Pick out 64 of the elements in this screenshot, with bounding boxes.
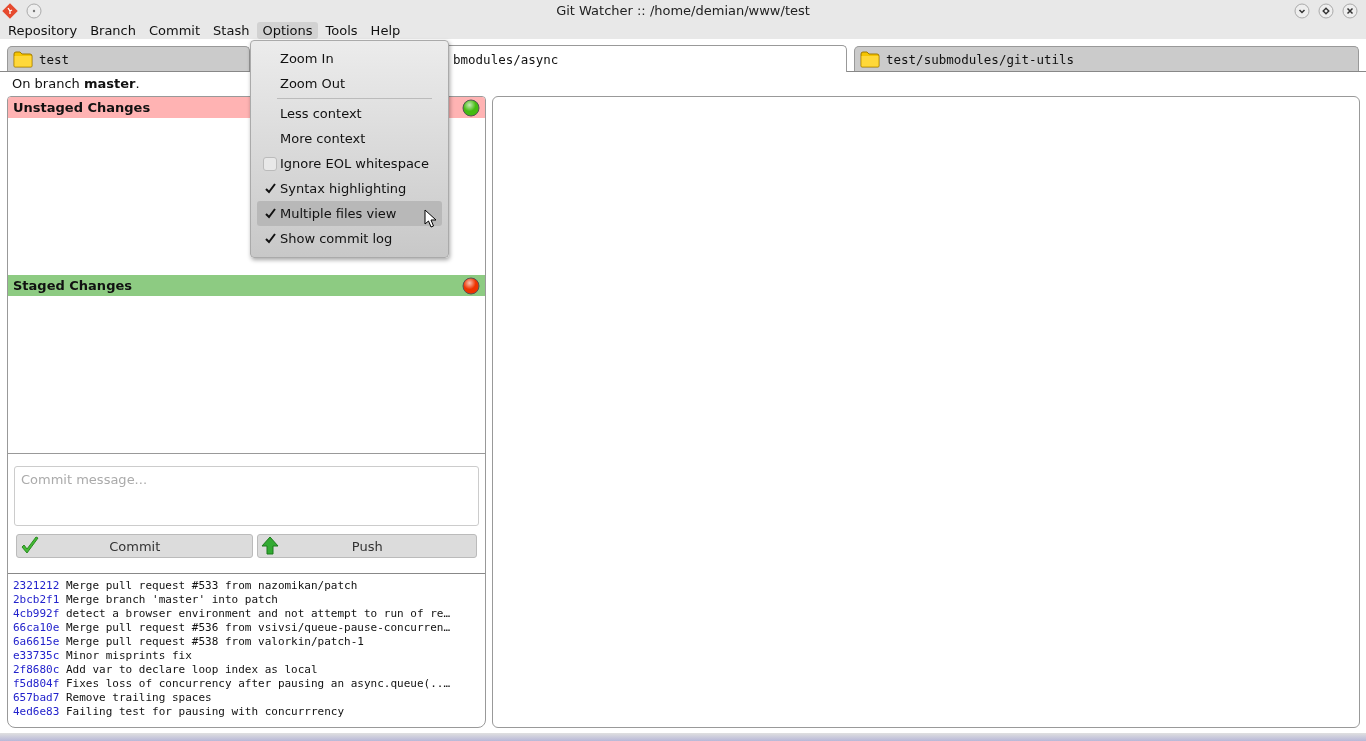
commit-message: Merge branch 'master' into patch bbox=[65, 593, 278, 607]
option-label: Multiple files view bbox=[280, 206, 397, 221]
commit-message: Minor misprints fix bbox=[65, 649, 192, 663]
menu-option[interactable]: Ignore EOL whitespace bbox=[257, 151, 442, 176]
commit-hash[interactable]: 66ca10e bbox=[13, 621, 60, 635]
option-label: Zoom Out bbox=[280, 76, 346, 91]
section-title: Unstaged Changes bbox=[13, 100, 151, 115]
option-label: Zoom In bbox=[280, 51, 334, 66]
up-arrow-icon bbox=[261, 536, 282, 556]
menu-item[interactable]: Options bbox=[257, 21, 318, 39]
checkbox[interactable] bbox=[263, 156, 277, 171]
menu-item[interactable]: Commit bbox=[144, 21, 206, 39]
commit-hash[interactable]: 657bad7 bbox=[13, 691, 60, 705]
maximize-button[interactable] bbox=[1318, 2, 1334, 19]
section-title: Staged Changes bbox=[13, 278, 132, 293]
menu-item[interactable]: Repository bbox=[3, 21, 83, 39]
commit-message: Add var to declare loop index as local bbox=[65, 663, 318, 677]
commit-message: Merge pull request #538 from valorkin/patch-1 bbox=[65, 635, 364, 649]
tab[interactable]: test bbox=[7, 46, 250, 71]
commit-hash[interactable]: e33735c bbox=[13, 649, 60, 663]
menu-option[interactable]: More context bbox=[257, 126, 442, 151]
mouse-cursor-icon bbox=[424, 209, 438, 229]
commit-message: Failing test for pausing with concurrrency bbox=[65, 705, 345, 719]
option-label: Less context bbox=[280, 106, 362, 121]
commit-message: Merge pull request #533 from nazomikan/patch bbox=[65, 579, 358, 593]
option-label: Show commit log bbox=[280, 231, 393, 246]
checkbox[interactable] bbox=[263, 181, 277, 196]
window-title: Git Watcher :: /home/demian/www/test bbox=[556, 3, 810, 18]
close-button[interactable] bbox=[1342, 2, 1358, 19]
option-label: More context bbox=[280, 131, 366, 146]
tab[interactable]: test/submodules/git-utils bbox=[854, 46, 1359, 71]
commit-message: detect a browser environment and not attempt to run of re… bbox=[65, 607, 451, 621]
menu-option[interactable]: Syntax highlighting bbox=[257, 176, 442, 201]
commit-message: Fixes loss of concurrency after pausing an async.queue(..… bbox=[65, 677, 451, 691]
folder-icon bbox=[860, 50, 880, 68]
menu-item[interactable]: Stash bbox=[208, 21, 255, 39]
push-button[interactable]: Push bbox=[257, 534, 477, 558]
commit-hash[interactable]: 4ed6e83 bbox=[13, 705, 60, 719]
commit-message: Merge pull request #536 from vsivsi/queue-pause-concurren… bbox=[65, 621, 451, 635]
menu-item[interactable]: Branch bbox=[85, 21, 141, 39]
commit-hash[interactable]: 2f8680c bbox=[13, 663, 60, 677]
checkmark-icon bbox=[20, 536, 40, 556]
menu-option[interactable]: Multiple files view bbox=[257, 201, 442, 226]
commit-hash[interactable]: f5d804f bbox=[13, 677, 60, 691]
menu-option[interactable]: Show commit log bbox=[257, 226, 442, 251]
folder-icon bbox=[13, 50, 33, 68]
commit-hash[interactable]: 4cb992f bbox=[13, 607, 60, 621]
menu-option[interactable]: Less context bbox=[257, 101, 442, 126]
menu-option[interactable]: Zoom Out bbox=[257, 71, 442, 96]
commit-hash[interactable]: 2bcb2f1 bbox=[13, 593, 60, 607]
minimize-button[interactable] bbox=[1294, 2, 1310, 19]
option-label: Syntax highlighting bbox=[280, 181, 407, 196]
commit-message: Remove trailing spaces bbox=[65, 691, 212, 705]
commit-message-field[interactable]: Commit message... bbox=[14, 466, 479, 526]
checkbox[interactable] bbox=[263, 231, 277, 246]
commit-hash[interactable]: 6a6615e bbox=[13, 635, 60, 649]
checkbox[interactable] bbox=[263, 206, 277, 221]
option-label: Ignore EOL whitespace bbox=[280, 156, 429, 171]
menu-option[interactable]: Zoom In bbox=[257, 46, 442, 71]
branch-status-text: On branch master. bbox=[12, 76, 140, 91]
menu-item[interactable]: Help bbox=[365, 21, 406, 39]
commit-button[interactable]: Commit bbox=[16, 534, 254, 558]
commit-hash[interactable]: 2321212 bbox=[13, 579, 60, 593]
menu-item[interactable]: Tools bbox=[320, 21, 363, 39]
